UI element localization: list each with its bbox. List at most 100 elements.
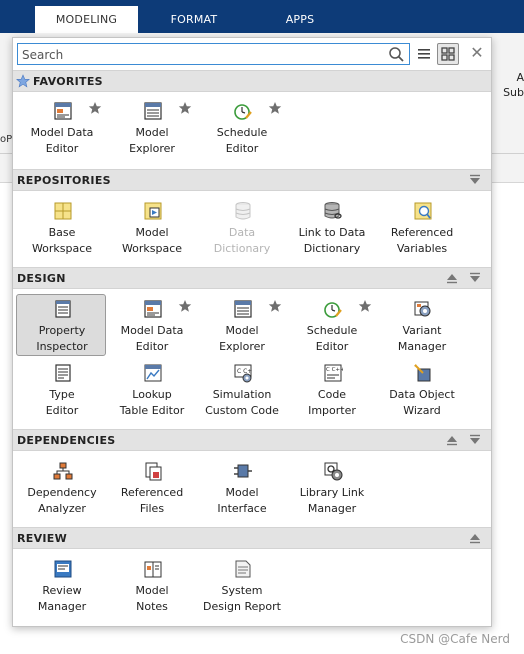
gallery-item-label: Simulation Custom Code [205,388,279,417]
model-workspace-icon [144,202,162,220]
search-icon[interactable] [388,46,405,63]
gallery-item-base-workspace[interactable]: Base Workspace [16,196,106,258]
favorite-star-icon[interactable] [178,101,192,115]
close-icon[interactable]: ✕ [468,44,486,62]
list-view-icon[interactable] [416,46,432,62]
gallery-item-label: Property Inspector [36,324,88,353]
gallery-item-lookup-table-editor[interactable]: Lookup Table Editor [106,358,196,420]
background-fragment-line-1: A [516,71,524,84]
variant-manager-icon [414,301,431,317]
gallery-item-referenced-variables[interactable]: Referenced Variables [376,196,466,258]
gallery-item-label: Model Data Editor [120,324,184,353]
collapse-icon[interactable] [446,434,458,446]
lookup-table-editor-icon [144,364,162,382]
search-input[interactable] [18,45,378,65]
model-notes-icon [144,561,162,578]
section-title-design: DESIGN [17,272,66,285]
gallery-item-label: Schedule Editor [216,126,268,155]
gallery-item-label: System Design Report [203,584,281,613]
favorite-star-icon[interactable] [358,299,372,313]
gallery-item-label: Data Object Wizard [389,388,455,417]
ribbon-tab-bar: MODELING FORMAT APPS [0,0,524,33]
gallery-item-system-design-report[interactable]: System Design Report [196,554,286,616]
section-header-repositories[interactable]: REPOSITORIES [13,169,491,191]
gallery-item-simulation-custom-code[interactable]: C C+ Simulation Custom Code [196,358,286,420]
expand-icon[interactable] [469,174,481,186]
section-header-review[interactable]: REVIEW [13,527,491,549]
type-editor-icon [55,364,71,382]
model-interface-icon [234,464,252,478]
favorites-star-icon [16,74,30,88]
gallery-item-dependency-analyzer[interactable]: Dependency Analyzer [16,456,106,518]
gallery-item-code-importer[interactable]: C C++ Code Importer [286,358,376,420]
gallery-item-label: Lookup Table Editor [119,388,185,417]
referenced-files-icon [145,462,162,481]
review-manager-icon [54,560,72,578]
section-title-repositories: REPOSITORIES [17,174,111,187]
code-importer-icon: C C++ [324,364,343,382]
gallery-item-label: Type Editor [45,388,79,417]
model-explorer-icon [234,300,252,318]
background-ribbon-button-fragment[interactable]: A Sub [503,70,524,100]
gallery-item-label: Dependency Analyzer [27,486,97,515]
model-explorer-icon [144,102,162,120]
gallery-item-library-link-manager[interactable]: Library Link Manager [286,456,376,518]
gallery-item-label: Data Dictionary [213,226,271,255]
gallery-item-model-workspace[interactable]: Model Workspace [106,196,196,258]
gallery-item-label: Variant Manager [397,324,447,353]
collapse-icon[interactable] [446,272,458,284]
gallery-item-type-editor[interactable]: Type Editor [16,358,106,420]
gallery-item-label: Code Importer [308,388,356,417]
gallery-item-label: Model Explorer [219,324,265,353]
section-title-favorites: FAVORITES [33,75,103,88]
section-header-design[interactable]: DESIGN [13,267,491,289]
gallery-item-label: Model Notes [135,584,169,613]
favorite-star-icon[interactable] [178,299,192,313]
system-design-report-icon [235,560,251,578]
gallery-item-label: Referenced Variables [390,226,454,255]
expand-icon[interactable] [469,272,481,284]
gallery-item-model-notes[interactable]: Model Notes [106,554,196,616]
gallery-item-review-manager[interactable]: Review Manager [16,554,106,616]
watermark-text: CSDN @Cafe Nerd [400,632,510,646]
search-box[interactable] [17,43,410,65]
grid-view-icon [441,47,455,61]
schedule-editor-icon [234,104,252,120]
property-inspector-icon [55,300,71,318]
gallery-item-label: Model Interface [217,486,267,515]
tab-apps[interactable]: APPS [275,6,325,33]
model-data-editor-icon [144,300,162,318]
gallery-item-label: Review Manager [37,584,87,613]
section-header-favorites[interactable]: FAVORITES [13,70,491,92]
section-title-review: REVIEW [17,532,68,545]
referenced-variables-icon [414,202,432,220]
gallery-item-property-inspector[interactable]: Property Inspector [16,294,106,356]
library-link-manager-icon [324,462,343,481]
gallery-item-variant-manager[interactable]: Variant Manager [376,294,466,356]
gallery-item-label: Referenced Files [120,486,184,515]
gallery-item-label: Model Workspace [121,226,183,255]
gallery-item-model-interface[interactable]: Model Interface [196,456,286,518]
grid-view-button[interactable] [437,43,459,65]
section-title-dependencies: DEPENDENCIES [17,434,116,447]
tab-modeling[interactable]: MODELING [35,6,138,33]
gallery-item-label: Link to Data Dictionary [298,226,366,255]
base-workspace-icon [54,202,72,220]
gallery-item-label: Schedule Editor [306,324,358,353]
data-dictionary-icon [235,202,251,220]
gallery-item-label: Model Explorer [129,126,175,155]
gallery-item-label: Model Data Editor [30,126,94,155]
expand-icon[interactable] [469,434,481,446]
favorite-star-icon[interactable] [268,101,282,115]
dependency-analyzer-icon [53,462,73,480]
section-header-dependencies[interactable]: DEPENDENCIES [13,429,491,451]
collapse-icon[interactable] [469,532,481,544]
gallery-item-data-object-wizard[interactable]: Data Object Wizard [376,358,466,420]
favorite-star-icon[interactable] [88,101,102,115]
tab-format[interactable]: FORMAT [160,6,228,33]
schedule-editor-icon [324,302,342,318]
favorite-star-icon[interactable] [268,299,282,313]
data-object-wizard-icon [414,364,431,382]
gallery-item-link-to-data-dictionary[interactable]: Link to Data Dictionary [286,196,376,258]
gallery-item-referenced-files[interactable]: Referenced Files [106,456,196,518]
